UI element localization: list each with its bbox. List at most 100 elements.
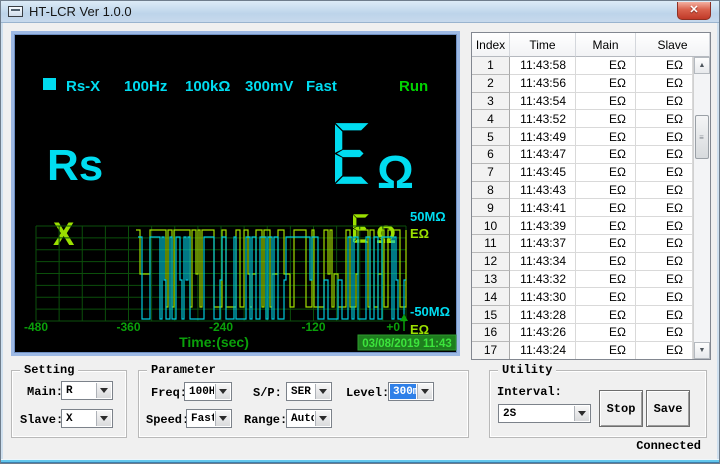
cell-slave: EΩ — [636, 306, 693, 324]
axis-arrow-icon — [400, 314, 408, 321]
freq-combo[interactable]: 100Hz — [184, 382, 232, 401]
cell-slave: EΩ — [636, 271, 693, 289]
cell-index: 1 — [472, 57, 510, 75]
cell-main: EΩ — [576, 199, 636, 217]
x-axis-label: Time:(sec) — [179, 334, 249, 350]
cell-index: 16 — [472, 324, 510, 342]
range-combo-value: Auto — [288, 411, 314, 426]
stop-button[interactable]: Stop — [599, 390, 643, 427]
table-row[interactable]: 1711:43:24EΩEΩ — [472, 342, 693, 359]
save-button[interactable]: Save — [646, 390, 690, 427]
main-combo-button[interactable] — [96, 383, 111, 398]
table-row[interactable]: 1111:43:37EΩEΩ — [472, 235, 693, 253]
x-tick-label: -360 — [116, 320, 140, 334]
cell-main: EΩ — [576, 93, 636, 111]
col-header-index[interactable]: Index — [472, 33, 510, 57]
title-bar[interactable]: HT-LCR Ver 1.0.0 ✕ — [1, 1, 719, 23]
table-row[interactable]: 911:43:41EΩEΩ — [472, 199, 693, 217]
freq-label: Freq: — [151, 386, 187, 400]
table-row[interactable]: 411:43:52EΩEΩ — [472, 110, 693, 128]
cell-main: EΩ — [576, 324, 636, 342]
slave-combo-button[interactable] — [96, 411, 111, 426]
table-row[interactable]: 711:43:45EΩEΩ — [472, 164, 693, 182]
cell-slave: EΩ — [636, 110, 693, 128]
slave-combo[interactable]: X — [61, 409, 113, 428]
cell-main: EΩ — [576, 288, 636, 306]
cell-main: EΩ — [576, 57, 636, 75]
lcd-display: Rs-X 100Hz 100kΩ 300mV Fast Run Rs Ω X Ω… — [11, 31, 460, 356]
sp-combo-value: SER — [288, 384, 314, 399]
freq-combo-button[interactable] — [215, 384, 230, 399]
table-row[interactable]: 1311:43:32EΩEΩ — [472, 271, 693, 289]
parameter-group-label: Parameter — [147, 363, 220, 377]
table-row[interactable]: 111:43:58EΩEΩ — [472, 57, 693, 75]
scrollbar-thumb[interactable]: ≡ — [695, 115, 709, 159]
table-row[interactable]: 511:43:49EΩEΩ — [472, 128, 693, 146]
cell-time: 11:43:41 — [510, 199, 576, 217]
range-combo[interactable]: Auto — [286, 409, 332, 428]
speed-combo[interactable]: Fast — [186, 409, 232, 428]
freq-combo-value: 100Hz — [186, 384, 214, 399]
range-combo-button[interactable] — [315, 411, 330, 426]
col-header-main[interactable]: Main — [576, 33, 636, 57]
cell-main: EΩ — [576, 146, 636, 164]
level-combo[interactable]: 300mV — [388, 382, 434, 401]
cell-time: 11:43:39 — [510, 217, 576, 235]
cell-main: EΩ — [576, 75, 636, 93]
cell-index: 7 — [472, 164, 510, 182]
lcd-speed: Fast — [306, 78, 337, 95]
table-row[interactable]: 211:43:56EΩEΩ — [472, 75, 693, 93]
table-row[interactable]: 1011:43:39EΩEΩ — [472, 217, 693, 235]
table-row[interactable]: 1511:43:28EΩEΩ — [472, 306, 693, 324]
cell-time: 11:43:28 — [510, 306, 576, 324]
cell-index: 14 — [472, 288, 510, 306]
cell-time: 11:43:43 — [510, 182, 576, 200]
cell-slave: EΩ — [636, 146, 693, 164]
cell-time: 11:43:37 — [510, 235, 576, 253]
cell-time: 11:43:26 — [510, 324, 576, 342]
cell-main: EΩ — [576, 253, 636, 271]
main-combo[interactable]: R — [61, 381, 113, 400]
interval-combo-value: 2S — [500, 406, 573, 421]
chevron-down-icon — [219, 416, 227, 425]
table-row[interactable]: 1611:43:26EΩEΩ — [472, 324, 693, 342]
chevron-down-icon — [219, 389, 227, 398]
col-header-time[interactable]: Time — [510, 33, 576, 57]
cell-time: 11:43:56 — [510, 75, 576, 93]
scroll-down-icon[interactable]: ▼ — [694, 342, 710, 359]
table-row[interactable]: 311:43:54EΩEΩ — [472, 93, 693, 111]
datetime-text: 03/08/2019 11:43 — [362, 338, 452, 350]
cell-slave: EΩ — [636, 75, 693, 93]
app-window: HT-LCR Ver 1.0.0 ✕ Rs-X 100Hz 100kΩ 300m… — [0, 0, 720, 464]
cell-index: 13 — [472, 271, 510, 289]
cell-index: 12 — [472, 253, 510, 271]
col-header-slave[interactable]: Slave — [636, 33, 710, 57]
cell-index: 4 — [472, 110, 510, 128]
slave-combo-value: X — [63, 411, 95, 426]
cell-main: EΩ — [576, 182, 636, 200]
sp-combo-button[interactable] — [315, 384, 330, 399]
speed-combo-button[interactable] — [215, 411, 230, 426]
cell-slave: EΩ — [636, 182, 693, 200]
cell-slave: EΩ — [636, 93, 693, 111]
table-row[interactable]: 811:43:43EΩEΩ — [472, 182, 693, 200]
cell-slave: EΩ — [636, 342, 693, 359]
table-row[interactable]: 1411:43:30EΩEΩ — [472, 288, 693, 306]
cell-main: EΩ — [576, 306, 636, 324]
scroll-up-icon[interactable]: ▲ — [694, 57, 710, 74]
interval-combo[interactable]: 2S — [498, 404, 591, 423]
table-row[interactable]: 1211:43:34EΩEΩ — [472, 253, 693, 271]
table-scrollbar[interactable]: ▲ ≡ ▼ — [693, 57, 710, 359]
main-value-seven-segment-E — [335, 115, 369, 192]
interval-combo-button[interactable] — [574, 406, 589, 421]
cell-time: 11:43:47 — [510, 146, 576, 164]
level-combo-button[interactable] — [417, 384, 432, 399]
y-scale-label: 50MΩ — [410, 209, 446, 224]
chevron-down-icon — [578, 411, 586, 420]
table-row[interactable]: 611:43:47EΩEΩ — [472, 146, 693, 164]
cell-time: 11:43:49 — [510, 128, 576, 146]
close-button[interactable]: ✕ — [677, 2, 711, 20]
cell-slave: EΩ — [636, 235, 693, 253]
sp-combo[interactable]: SER — [286, 382, 332, 401]
cell-time: 11:43:52 — [510, 110, 576, 128]
